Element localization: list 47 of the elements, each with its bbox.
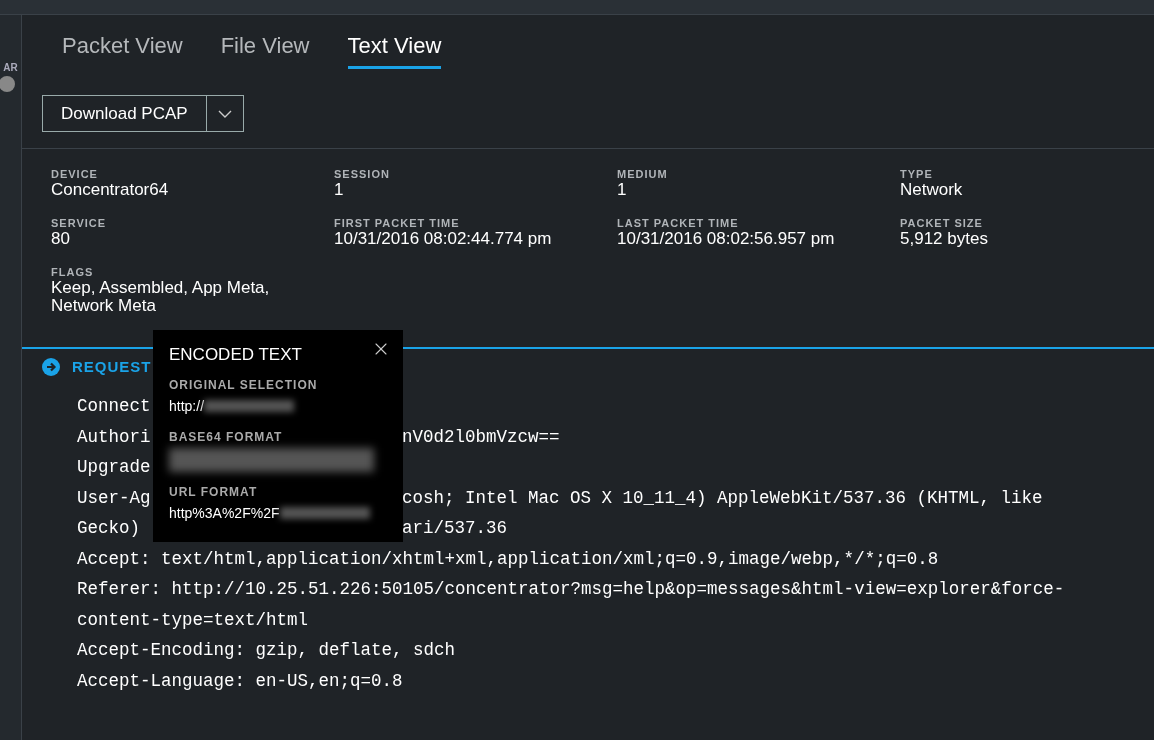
detail-value: 10/31/2016 08:02:44.774 pm bbox=[334, 230, 553, 248]
section-title: REQUEST bbox=[72, 356, 152, 377]
detail-label: MEDIUM bbox=[617, 167, 669, 181]
field-label: ORIGINAL SELECTION bbox=[169, 377, 319, 392]
sidebar-label: AR bbox=[3, 63, 18, 73]
detail-label: FIRST PACKET TIME bbox=[334, 216, 461, 230]
text-line: Connect bbox=[77, 395, 151, 418]
text-line: ari/537.36 bbox=[402, 517, 508, 540]
detail-value: Keep, Assembled, App Meta, Network Meta bbox=[51, 279, 271, 315]
text-line: User-Ag bbox=[77, 486, 151, 510]
text-line: Authori bbox=[77, 425, 151, 449]
detail-label: FLAGS bbox=[51, 265, 95, 279]
text-line: Upgrade bbox=[77, 456, 151, 479]
detail-value: 10/31/2016 08:02:56.957 pm bbox=[617, 230, 836, 248]
text-line: Gecko) bbox=[77, 517, 140, 540]
field-label: URL FORMAT bbox=[169, 484, 259, 499]
detail-label: LAST PACKET TIME bbox=[617, 216, 740, 230]
detail-value: Network bbox=[900, 181, 964, 199]
text-line: Referer: http://10.25.51.226:50105/concentrator?msg=help&op=messages&html-view=explorer&force- bbox=[77, 578, 1065, 601]
text-line: nV0d2l0bmVzcw== bbox=[402, 425, 560, 449]
chevron-down-icon bbox=[217, 109, 232, 118]
detail-value: Concentrator64 bbox=[51, 181, 170, 199]
popup-title: ENCODED TEXT bbox=[169, 344, 302, 366]
view-tab[interactable]: Packet View bbox=[62, 29, 183, 69]
detail-label: TYPE bbox=[900, 167, 934, 181]
dropdown-button[interactable] bbox=[206, 95, 244, 132]
detail-value: 1 bbox=[617, 181, 628, 199]
field-label: BASE64 FORMAT bbox=[169, 429, 284, 444]
detail-value: 1 bbox=[334, 181, 345, 199]
text-line: cosh; Intel Mac OS X 10_11_4) AppleWebKit/537.36 (KHTML, like bbox=[402, 486, 1043, 510]
download-button[interactable]: Download PCAP bbox=[42, 95, 207, 132]
toggle-icon[interactable] bbox=[0, 76, 15, 92]
detail-value: 5,912 bytes bbox=[900, 230, 989, 248]
detail-label: SESSION bbox=[334, 167, 391, 181]
text-line: Accept: text/html,application/xhtml+xml,application/xml;q=0.9,image/webp,*/*;q=0.8 bbox=[77, 547, 939, 571]
arrow-circle-icon bbox=[42, 358, 60, 376]
text-line: content-type=text/html bbox=[77, 608, 309, 632]
text-line: Accept-Language: en-US,en;q=0.8 bbox=[77, 669, 403, 693]
field-value: http%3A%2F%2F bbox=[169, 503, 280, 523]
detail-label: PACKET SIZE bbox=[900, 216, 984, 230]
detail-label: DEVICE bbox=[51, 167, 99, 181]
detail-label: SERVICE bbox=[51, 216, 108, 230]
field-value: http:// bbox=[169, 396, 205, 416]
text-line: Accept-Encoding: gzip, deflate, sdch bbox=[77, 639, 456, 662]
detail-value: 80 bbox=[51, 230, 71, 248]
view-tab[interactable]: File View bbox=[220, 29, 310, 69]
view-tab[interactable]: Text View bbox=[347, 29, 442, 69]
